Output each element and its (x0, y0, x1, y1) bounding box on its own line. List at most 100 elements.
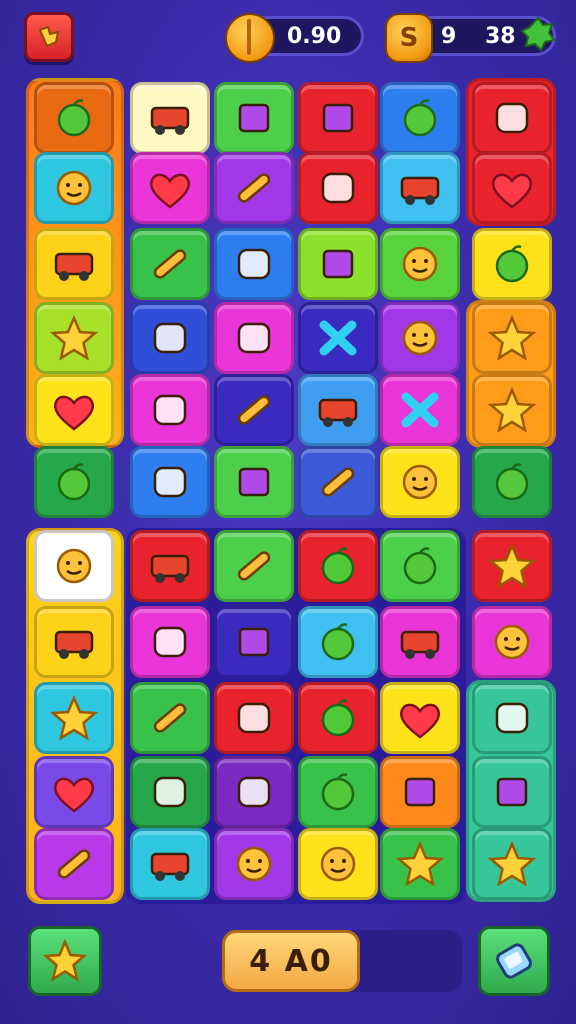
board-tile[interactable] (380, 82, 460, 154)
board-tile[interactable] (298, 682, 378, 754)
sun-face-icon (56, 170, 92, 206)
board-tile[interactable] (298, 756, 378, 828)
board-tile[interactable] (130, 606, 210, 678)
camera-icon (237, 248, 271, 280)
board-tile[interactable] (472, 446, 552, 518)
board-tile[interactable] (34, 374, 114, 446)
board-tile[interactable] (214, 606, 294, 678)
money-value-2: 38 (485, 23, 516, 49)
board-tile[interactable] (34, 530, 114, 602)
board-tile[interactable] (380, 302, 460, 374)
board-tile[interactable] (214, 756, 294, 828)
board-tile[interactable] (34, 682, 114, 754)
globe-icon (57, 99, 91, 137)
chair-icon (237, 322, 271, 354)
board-tile[interactable] (298, 228, 378, 300)
board-tile[interactable] (298, 82, 378, 154)
board-tile[interactable] (130, 756, 210, 828)
board-tile[interactable] (130, 446, 210, 518)
leaf-badge-icon[interactable] (519, 15, 557, 53)
board-tile[interactable] (298, 302, 378, 374)
menu-button[interactable] (24, 12, 74, 62)
board-tile[interactable] (130, 82, 210, 154)
phone-icon (496, 943, 532, 979)
board-tile[interactable] (472, 606, 552, 678)
board-tile[interactable] (298, 152, 378, 224)
truck-icon (150, 106, 190, 135)
board-tile[interactable] (472, 530, 552, 602)
paper-plane-icon (321, 172, 355, 204)
popsicle-icon (237, 173, 271, 203)
board-tile[interactable] (472, 302, 552, 374)
board-tile[interactable] (380, 228, 460, 300)
star-icon (395, 841, 445, 887)
board-tile[interactable] (472, 228, 552, 300)
board-tile[interactable] (214, 228, 294, 300)
board-tile[interactable] (472, 828, 552, 900)
board-tile[interactable] (34, 302, 114, 374)
board-tile[interactable] (130, 374, 210, 446)
board-tile[interactable] (34, 228, 114, 300)
doll-face-icon (402, 320, 438, 356)
board-tile[interactable] (298, 446, 378, 518)
board-tile[interactable] (380, 152, 460, 224)
x-mark-icon (319, 320, 357, 356)
star-icon (487, 543, 537, 589)
bird-icon (153, 466, 187, 498)
board-tile[interactable] (34, 82, 114, 154)
van-icon (400, 630, 440, 659)
board-tile[interactable] (34, 446, 114, 518)
sun-icon (494, 624, 530, 660)
star-powerup-button[interactable] (28, 926, 102, 996)
star-icon (49, 315, 99, 361)
board-tile[interactable] (130, 530, 210, 602)
board-tile[interactable] (298, 530, 378, 602)
board-tile[interactable] (380, 446, 460, 518)
board-tile[interactable] (214, 152, 294, 224)
board-tile[interactable] (214, 82, 294, 154)
lipstick-icon (237, 551, 271, 581)
board-tile[interactable] (214, 828, 294, 900)
board-tile[interactable] (214, 446, 294, 518)
star-icon (487, 387, 537, 433)
board-tile[interactable] (130, 152, 210, 224)
board-tile[interactable] (214, 374, 294, 446)
board-tile[interactable] (298, 828, 378, 900)
smiley-icon (402, 246, 438, 282)
heart-icon (492, 173, 532, 209)
boomerang-icon (495, 702, 529, 734)
cheese-icon (237, 702, 271, 734)
board-tile[interactable] (380, 606, 460, 678)
star-icon (487, 315, 537, 361)
board-tile[interactable] (472, 152, 552, 224)
board-tile[interactable] (130, 228, 210, 300)
money-counter: S 9 38 (385, 13, 557, 63)
board-tile[interactable] (34, 756, 114, 828)
apple-icon (403, 99, 437, 137)
heart-icon (400, 703, 440, 739)
board-tile[interactable] (298, 374, 378, 446)
board-tile[interactable] (214, 302, 294, 374)
board-tile[interactable] (298, 606, 378, 678)
board-tile[interactable] (34, 606, 114, 678)
board-tile[interactable] (380, 828, 460, 900)
board-tile[interactable] (380, 756, 460, 828)
board-tile[interactable] (214, 530, 294, 602)
rainbow-icon (153, 776, 187, 808)
board-tile[interactable] (472, 374, 552, 446)
board-tile[interactable] (130, 682, 210, 754)
board-tile[interactable] (472, 82, 552, 154)
star-icon (49, 695, 99, 741)
board-tile[interactable] (214, 682, 294, 754)
board-tile[interactable] (380, 530, 460, 602)
board-tile[interactable] (34, 152, 114, 224)
flower-icon (495, 463, 529, 501)
board-tile[interactable] (380, 682, 460, 754)
board-tile[interactable] (380, 374, 460, 446)
phone-powerup-button[interactable] (478, 926, 550, 996)
board-tile[interactable] (130, 302, 210, 374)
board-tile[interactable] (472, 682, 552, 754)
board-tile[interactable] (472, 756, 552, 828)
board-tile[interactable] (130, 828, 210, 900)
board-tile[interactable] (34, 828, 114, 900)
